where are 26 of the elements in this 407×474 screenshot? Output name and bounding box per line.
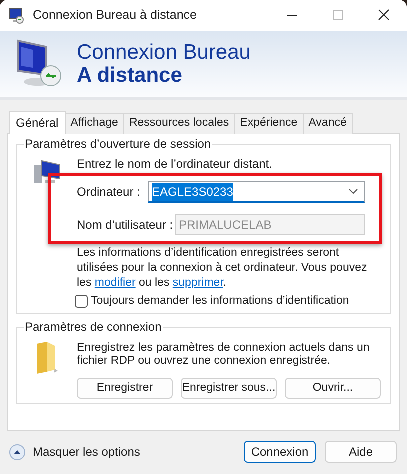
group-title: Paramètres d’ouverture de session: [24, 137, 212, 151]
tab[interactable]: Expérience: [235, 113, 304, 134]
banner-subtitle: A distance: [77, 64, 184, 87]
credentials-info-text: Les informations d’identification enregistrées seront utilisées pour la connexion à cet ordinateur. Vous pouvez les modifier ou les supprimer.: [77, 246, 368, 291]
computer-label: Ordinateur :: [77, 184, 142, 201]
tab[interactable]: Avancé: [304, 113, 353, 134]
computer-combo-box[interactable]: EAGLE3S0233: [148, 181, 365, 203]
hide-options-button[interactable]: Masquer les options: [9, 443, 140, 461]
username-label: Nom d’utilisateur :: [77, 216, 174, 234]
tab[interactable]: Affichage: [66, 113, 124, 134]
dialog-button[interactable]: Connexion: [244, 441, 316, 463]
link[interactable]: modifier: [94, 277, 136, 289]
prompt-text: Entrez le nom de l’ordinateur distant.: [77, 157, 274, 172]
tab[interactable]: Général: [9, 111, 66, 134]
connection-text: Enregistrez les paramètres de connexion actuels dans un fichier RDP ou ouvrez une connexion enregistrée.: [77, 342, 371, 368]
computer-value: EAGLE3S0233: [152, 182, 234, 200]
dialog-button[interactable]: Aide: [325, 441, 397, 463]
banner-title: Connexion Bureau: [77, 41, 251, 64]
action-button[interactable]: Enregistrer: [77, 378, 173, 399]
checkbox-label[interactable]: Toujours demander les informations d’identification: [91, 293, 350, 310]
action-button[interactable]: Enregistrer sous...: [181, 378, 277, 399]
window-title: Connexion Bureau à distance: [33, 7, 198, 24]
tab[interactable]: Ressources locales: [124, 113, 236, 134]
link[interactable]: supprimer: [172, 277, 224, 289]
group-title: Paramètres de connexion: [24, 320, 163, 334]
action-button[interactable]: Ouvrir...: [285, 378, 381, 399]
